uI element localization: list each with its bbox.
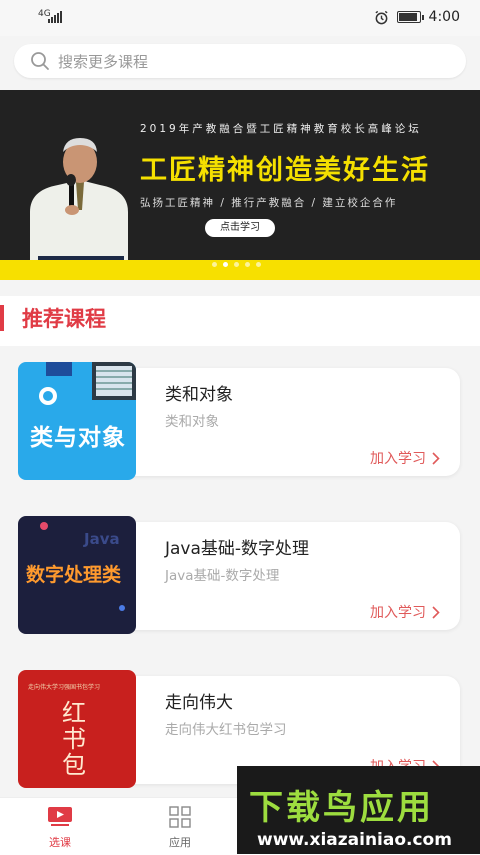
join-study-button[interactable]: 加入学习 <box>370 602 440 622</box>
watermark-logo: 下载鸟应用 www.xiazainiao.com <box>237 766 480 854</box>
chevron-right-icon <box>432 451 440 465</box>
tab-label: 应用 <box>169 836 191 849</box>
carousel-dot[interactable] <box>234 262 239 267</box>
course-subtitle: 走向伟大红书包学习 <box>165 722 287 738</box>
speaker-image <box>30 138 128 280</box>
search-placeholder: 搜索更多课程 <box>58 52 149 71</box>
tab-courses[interactable]: 选课 <box>30 806 90 850</box>
carousel-dot-active[interactable] <box>223 262 228 267</box>
banner-study-button[interactable]: 点击学习 <box>205 219 275 237</box>
course-subtitle: 类和对象 <box>165 414 219 430</box>
thumbnail-tag: Java <box>84 530 120 548</box>
course-title[interactable]: 类和对象 <box>165 380 233 405</box>
section-accent-bar <box>0 305 4 331</box>
join-study-label: 加入学习 <box>370 605 426 621</box>
course-title[interactable]: Java基础-数字处理 <box>165 534 309 559</box>
course-thumbnail[interactable]: 类与对象 <box>18 362 136 480</box>
watermark-title: 下载鸟应用 <box>249 788 434 828</box>
chevron-right-icon <box>432 605 440 619</box>
course-title[interactable]: 走向伟大 <box>165 688 233 713</box>
search-input[interactable]: 搜索更多课程 <box>14 44 466 78</box>
thumbnail-caption: 数字处理类 <box>26 564 122 586</box>
search-icon <box>31 52 49 70</box>
join-study-label: 加入学习 <box>370 451 426 467</box>
carousel-dot[interactable] <box>212 262 217 267</box>
course-thumbnail[interactable]: 走向伟大学习强国书包学习 红书包 <box>18 670 136 788</box>
grid-icon <box>169 806 191 828</box>
watermark-url: www.xiazainiao.com <box>257 830 452 850</box>
alarm-icon <box>375 10 388 24</box>
section-title: 推荐课程 <box>22 307 106 331</box>
tab-apps[interactable]: 应用 <box>150 806 210 850</box>
battery-icon <box>396 11 424 23</box>
tab-label: 选课 <box>49 836 71 849</box>
thumbnail-caption: 红书包 <box>62 699 86 779</box>
course-thumbnail[interactable]: Java 数字处理类 <box>18 516 136 634</box>
thumbnail-caption: 类与对象 <box>30 425 126 451</box>
banner-forum-text: 2019年产教融合暨工匠精神教育校长高峰论坛 <box>140 123 422 135</box>
carousel-indicator[interactable] <box>212 262 261 267</box>
banner-headline: 工匠精神创造美好生活 <box>140 155 430 186</box>
carousel-dot[interactable] <box>256 262 261 267</box>
play-icon <box>48 807 72 826</box>
course-subtitle: Java基础-数字处理 <box>165 568 280 584</box>
carousel-dot[interactable] <box>245 262 250 267</box>
thumbnail-tag: 走向伟大学习强国书包学习 <box>28 684 101 691</box>
clock: 4:00 <box>428 9 460 25</box>
promo-banner[interactable]: 2019年产教融合暨工匠精神教育校长高峰论坛 工匠精神创造美好生活 弘扬工匠精神… <box>0 90 480 280</box>
join-study-button[interactable]: 加入学习 <box>370 448 440 468</box>
section-header: 推荐课程 <box>0 296 480 346</box>
status-bar: 4G 4:00 <box>0 0 480 36</box>
signal-icon <box>48 11 62 23</box>
banner-subtitle: 弘扬工匠精神 / 推行产教融合 / 建立校企合作 <box>140 197 398 209</box>
